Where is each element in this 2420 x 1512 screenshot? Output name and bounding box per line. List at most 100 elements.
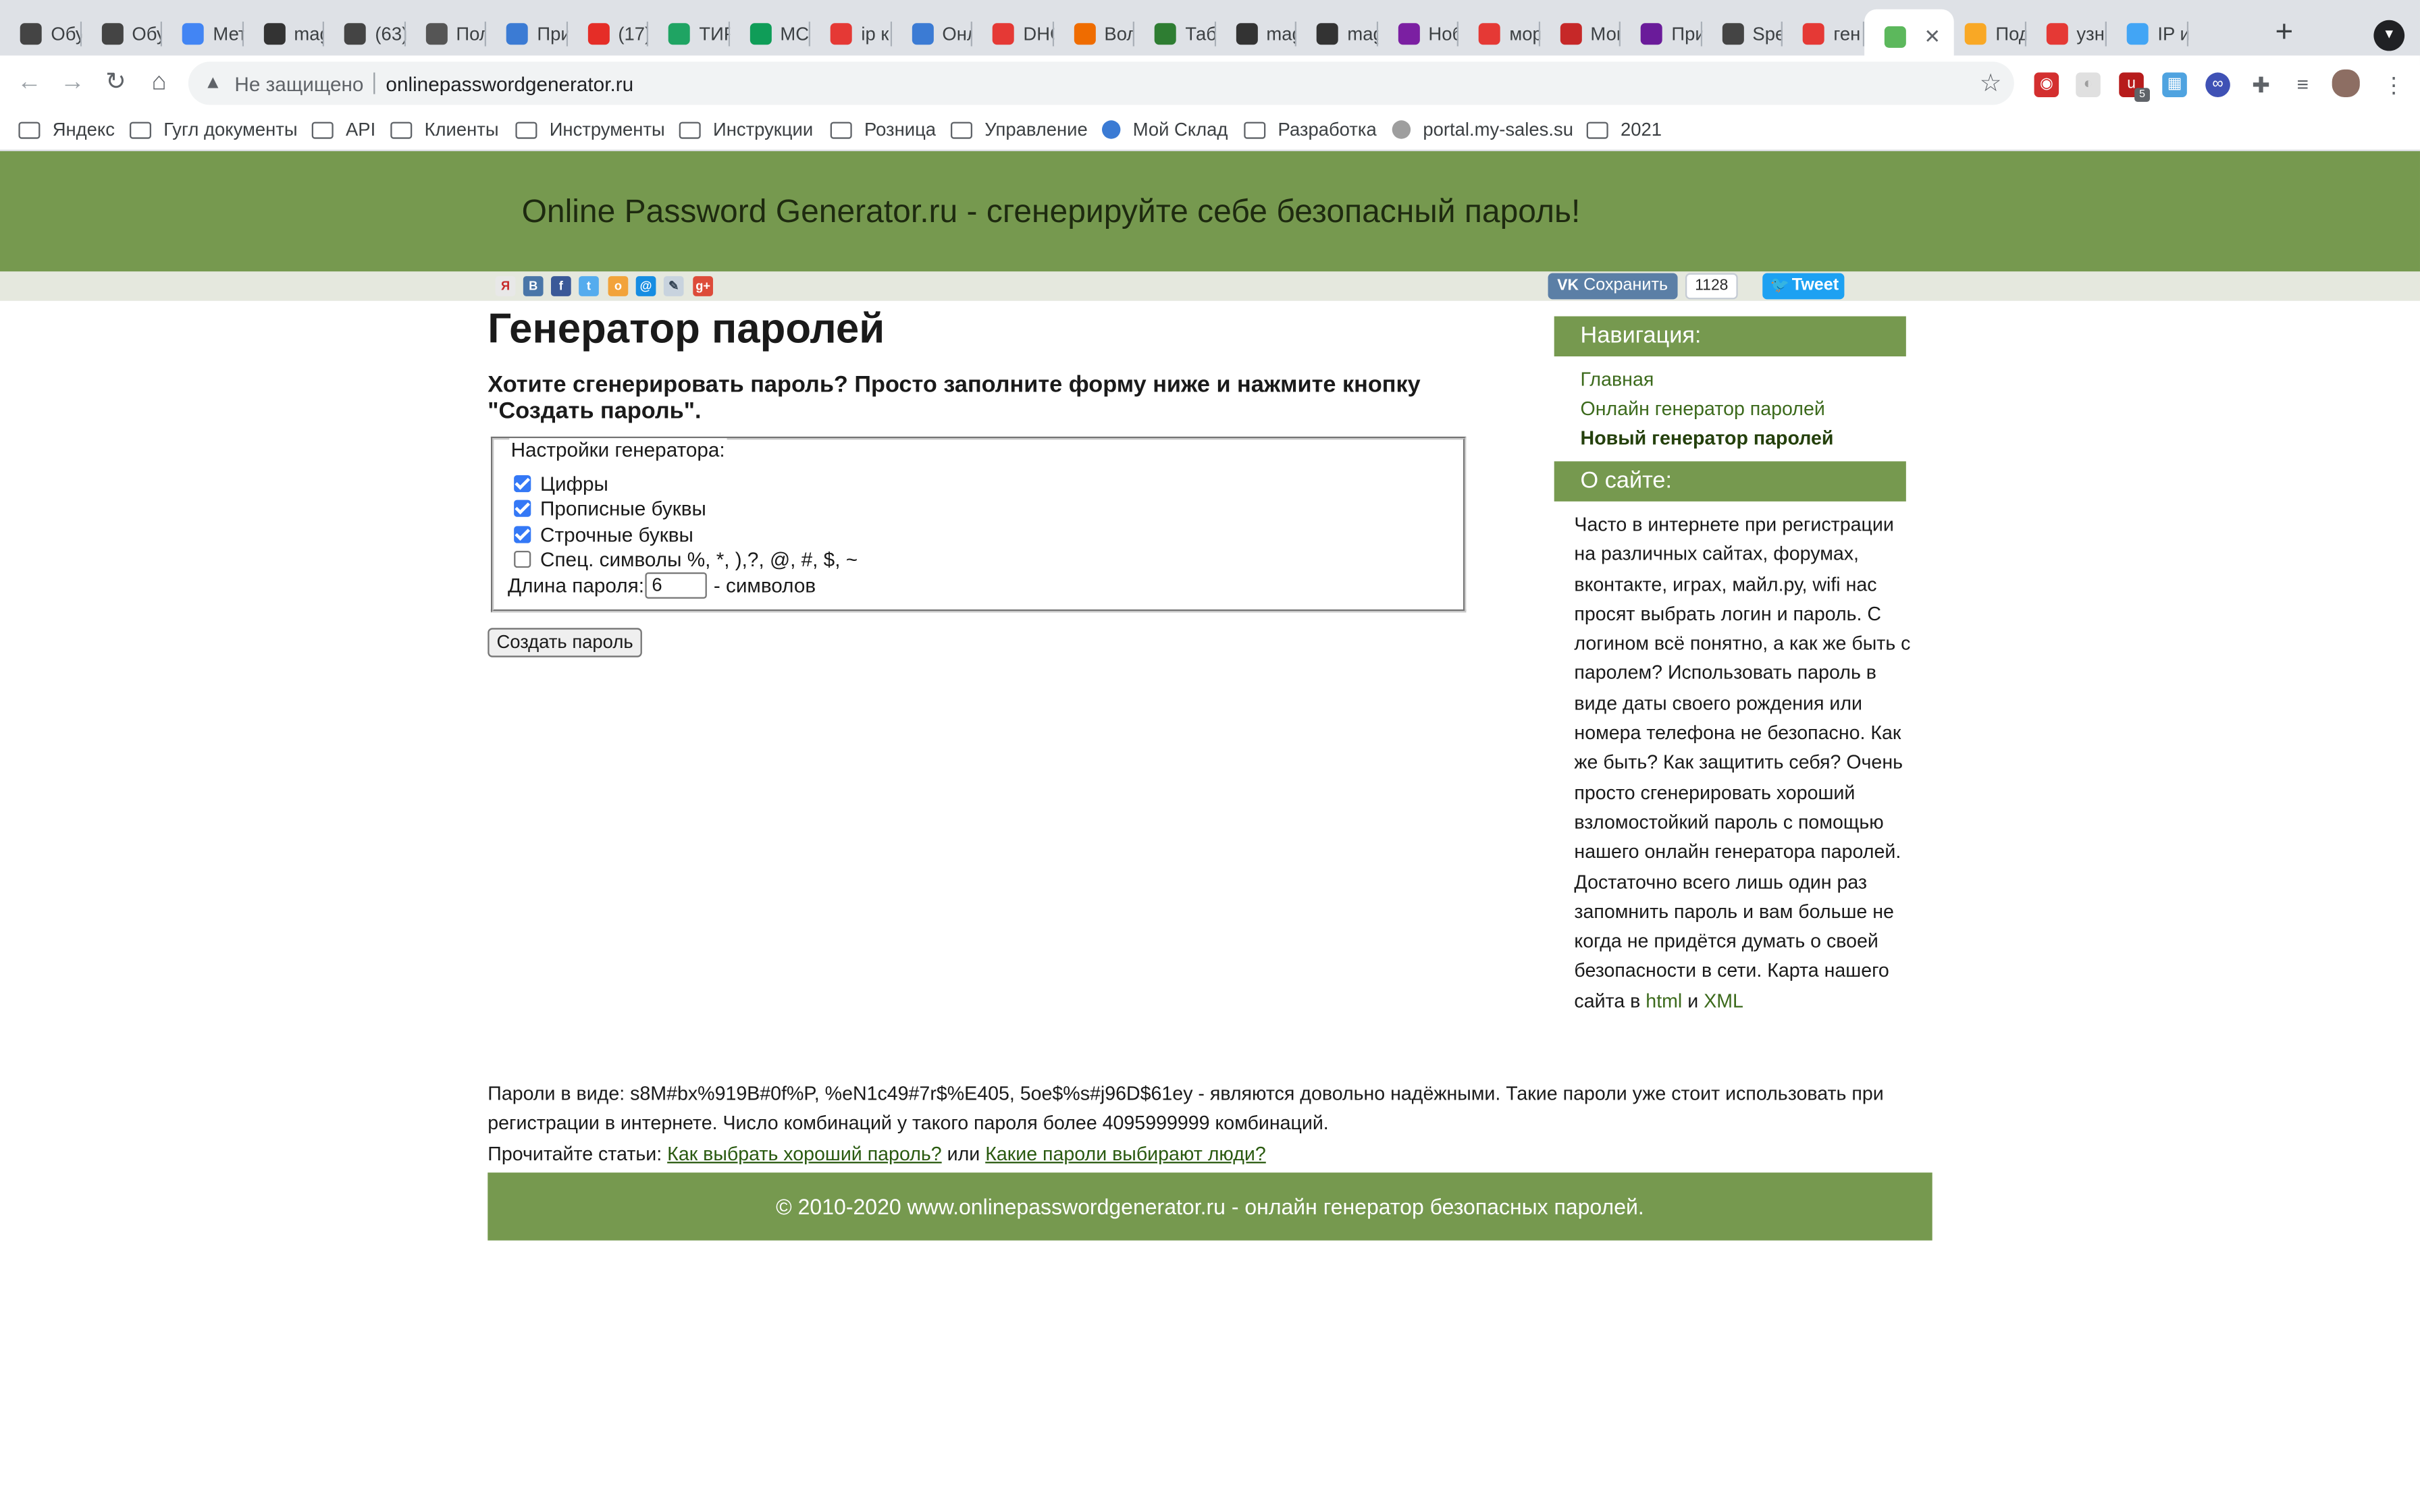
new-tab-button[interactable]: + <box>2265 16 2303 53</box>
googleplus-share-icon[interactable]: g+ <box>693 276 713 296</box>
bookmark-item[interactable]: API <box>311 117 375 142</box>
nav-link-online-generator[interactable]: Онлайн генератор паролей <box>1581 398 1825 420</box>
reload-button[interactable]: ↻ <box>99 66 132 100</box>
bookmark-item[interactable]: Управление <box>950 117 1088 142</box>
tweet-button[interactable]: 🐦 Tweet <box>1762 273 1845 300</box>
browser-tab[interactable]: При <box>1621 12 1702 55</box>
bookmark-item[interactable]: Розница <box>830 117 936 142</box>
special-chars-checkbox[interactable] <box>514 549 531 567</box>
profile-avatar[interactable] <box>2332 69 2360 97</box>
folder-icon <box>1244 121 1266 138</box>
extension-window-icon[interactable]: ▦ <box>2162 72 2187 97</box>
lowercase-checkbox[interactable] <box>514 525 531 543</box>
home-icon: ⌂ <box>151 69 167 96</box>
tab-favicon-icon <box>1802 23 1824 45</box>
article-link-people-passwords[interactable]: Какие пароли выбирают люди? <box>985 1143 1266 1164</box>
site-favicon-icon <box>1101 120 1121 139</box>
vk-share-icon[interactable]: B <box>523 276 544 296</box>
livejournal-share-icon[interactable]: ✎ <box>663 276 684 296</box>
tab-search-button[interactable]: ▾ <box>2373 20 2405 51</box>
odnoklassniki-share-icon[interactable]: o <box>608 276 629 296</box>
bookmark-label: 2021 <box>1620 118 1662 140</box>
browser-tab[interactable]: Онл <box>891 12 972 55</box>
nav-link-new-generator[interactable]: Новый генератор паролей <box>1581 427 1834 449</box>
browser-tab[interactable]: Пол <box>405 12 486 55</box>
browser-tab[interactable]: ген <box>1783 12 1864 55</box>
extension-infinity-icon[interactable]: ∞ <box>2205 72 2230 97</box>
browser-tab[interactable]: Ноб <box>1377 12 1458 55</box>
tab-title: Мог <box>1590 23 1621 45</box>
option-digits[interactable]: Цифры <box>514 470 608 495</box>
browser-tab[interactable]: (17) <box>567 12 648 55</box>
password-length-input[interactable]: 6 <box>646 571 708 598</box>
tab-favicon-icon <box>1883 26 1905 48</box>
bookmark-item[interactable]: Гугл документы <box>129 117 298 142</box>
browser-tab[interactable]: Вол <box>1053 12 1134 55</box>
extensions-puzzle-icon[interactable]: ✚ <box>2248 72 2273 97</box>
browser-tab[interactable]: Таб <box>1134 12 1215 55</box>
folder-icon <box>830 121 852 138</box>
vk-logo-icon: VK <box>1557 277 1579 295</box>
browser-tab[interactable]: Под <box>1945 12 2026 55</box>
browser-tab[interactable]: Обу <box>81 12 162 55</box>
browser-tab[interactable]: ТИР <box>648 12 729 55</box>
browser-tab[interactable]: При <box>486 12 567 55</box>
bookmark-item[interactable]: Разработка <box>1244 117 1377 142</box>
browser-tab[interactable]: IP и <box>2107 12 2188 55</box>
address-bar[interactable]: ▲ Не защищено onlinepasswordgenerator.ru… <box>188 61 2014 105</box>
bookmark-item[interactable]: Инструменты <box>515 117 665 142</box>
browser-tab[interactable]: Spe <box>1702 12 1783 55</box>
browser-tab[interactable]: Мет <box>162 12 243 55</box>
article-link-good-password[interactable]: Как выбрать хороший пароль? <box>667 1143 941 1164</box>
create-password-button[interactable]: Создать пароль <box>488 628 642 657</box>
browser-tab[interactable]: Мог <box>1540 12 1621 55</box>
extension-moon-icon[interactable]: ◐ <box>2076 72 2101 97</box>
bookmark-item[interactable]: portal.my-sales.su <box>1392 117 1573 142</box>
browser-tab[interactable]: узн <box>2026 12 2107 55</box>
reading-list-icon[interactable]: ≡ <box>2290 72 2315 97</box>
nav-link-home[interactable]: Главная <box>1581 369 1654 390</box>
option-lowercase[interactable]: Строчные буквы <box>514 522 693 547</box>
uppercase-checkbox[interactable] <box>514 499 531 516</box>
browser-tab[interactable]: mag <box>1215 12 1296 55</box>
yandex-share-icon[interactable]: Я <box>495 276 516 296</box>
mailru-share-icon[interactable]: @ <box>635 276 656 296</box>
bookmark-item[interactable]: Инструкции <box>679 117 813 142</box>
browser-menu-icon[interactable]: ⋮ <box>2382 72 2406 97</box>
browser-tab[interactable]: (63) <box>324 12 405 55</box>
sitemap-html-link[interactable]: html <box>1646 990 1682 1012</box>
option-special[interactable]: Спец. символы %, *, ),?, @, #, $, ~ <box>514 546 858 571</box>
bookmark-item[interactable]: Клиенты <box>390 117 499 142</box>
browser-tab[interactable]: mag <box>1296 12 1377 55</box>
forward-button[interactable]: → <box>55 66 89 100</box>
vk-save-count: 1128 <box>1685 273 1738 300</box>
browser-tab[interactable]: ip к <box>810 12 891 55</box>
url-text[interactable]: onlinepasswordgenerator.ru <box>386 72 633 95</box>
browser-tab[interactable]: mag <box>243 12 324 55</box>
twitter-share-icon[interactable]: t <box>579 276 599 296</box>
security-status[interactable]: Не защищено <box>234 72 363 95</box>
option-uppercase[interactable]: Прописные буквы <box>514 495 706 520</box>
vk-save-label: Сохранить <box>1583 276 1668 295</box>
extension-red-icon[interactable]: ◉ <box>2034 72 2059 97</box>
back-button[interactable]: ← <box>12 66 46 100</box>
tab-title: mag <box>1266 23 1296 45</box>
tab-title: При <box>1671 23 1702 45</box>
close-tab-icon[interactable]: ✕ <box>1924 25 1941 50</box>
bookmark-item[interactable]: 2021 <box>1586 117 1662 142</box>
tab-title: При <box>537 23 567 45</box>
bookmark-item[interactable]: Мой Склад <box>1101 117 1228 142</box>
bookmark-item[interactable]: Яндекс <box>18 117 115 142</box>
bookmark-label: Управление <box>984 118 1088 140</box>
home-button[interactable]: ⌂ <box>142 66 176 100</box>
browser-tab[interactable]: Обу <box>0 12 81 55</box>
bookmark-star-icon[interactable]: ☆ <box>1980 68 2002 99</box>
browser-tab[interactable]: мор <box>1458 12 1540 55</box>
browser-tab[interactable]: МСС <box>729 12 810 55</box>
vk-save-button[interactable]: VK Сохранить <box>1548 273 1678 300</box>
browser-tab[interactable]: DHC <box>972 12 1053 55</box>
digits-checkbox[interactable] <box>514 474 531 491</box>
tab-favicon-icon <box>749 23 771 45</box>
facebook-share-icon[interactable]: f <box>550 276 571 296</box>
sitemap-xml-link[interactable]: XML <box>1704 990 1743 1012</box>
